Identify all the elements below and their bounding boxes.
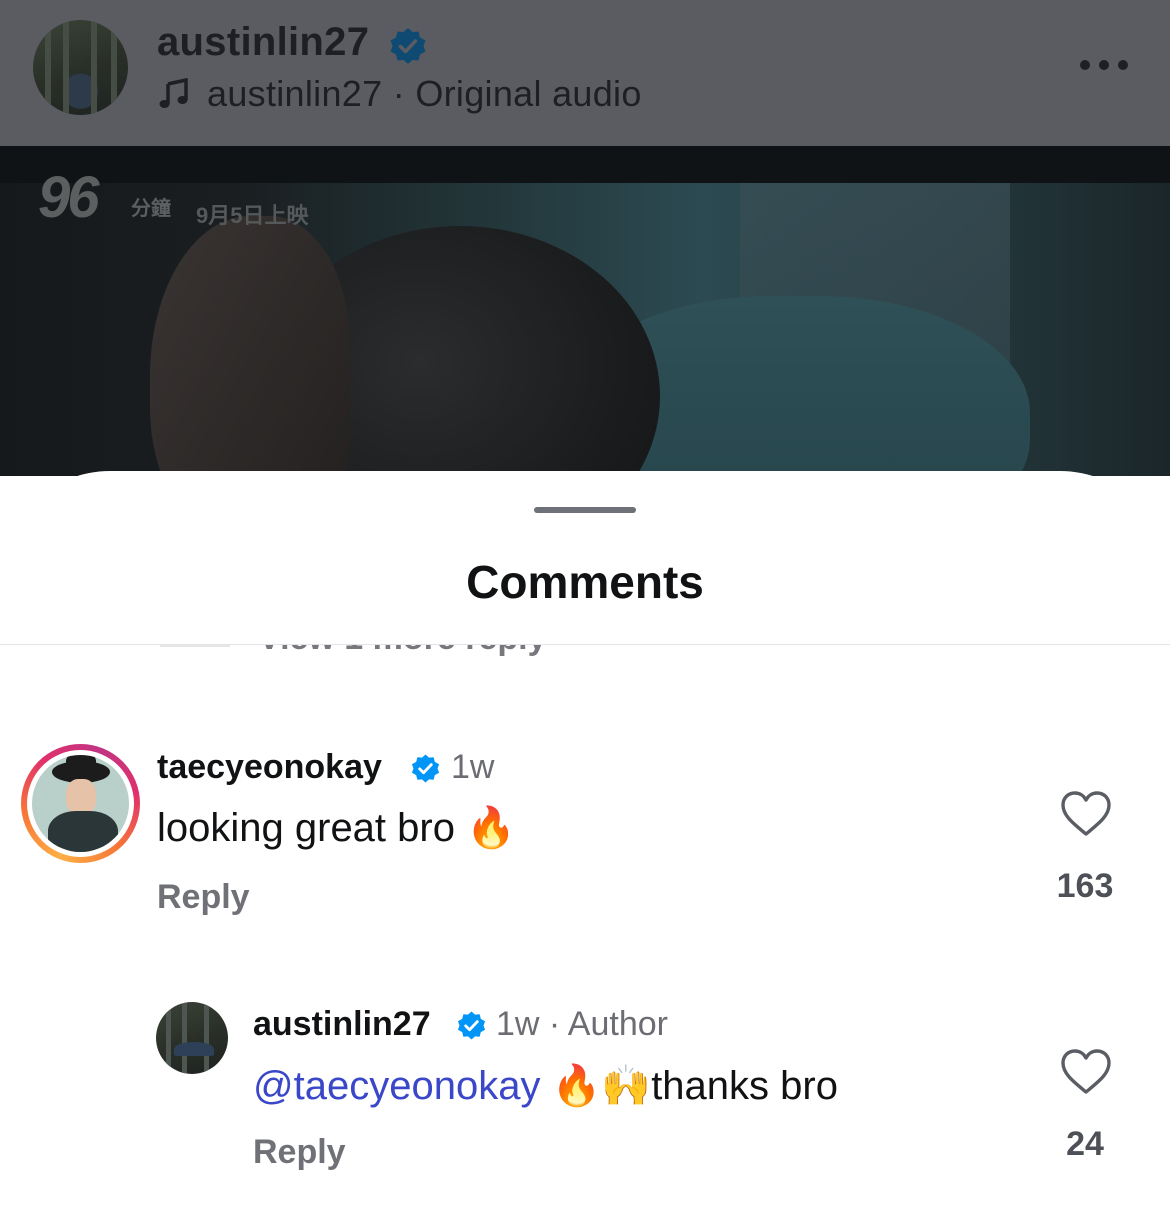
- reply-thread-line: [160, 645, 230, 647]
- more-options-icon[interactable]: [1080, 56, 1128, 76]
- reply-author-avatar[interactable]: [156, 1002, 228, 1074]
- sheet-drag-handle[interactable]: [534, 507, 636, 513]
- comment-username[interactable]: taecyeonokay: [157, 748, 382, 787]
- commenter-avatar-story-ring[interactable]: [21, 744, 140, 863]
- author-username[interactable]: austinlin27: [157, 20, 369, 65]
- video-player[interactable]: 96 分鐘 9月5日上映: [0, 146, 1170, 476]
- post-header: austinlin27 austinlin27 · Original audio: [0, 0, 1170, 146]
- fire-raising-hands-emoji: 🔥🙌: [551, 1063, 652, 1109]
- commenter-avatar: [32, 755, 129, 852]
- view-more-replies-link[interactable]: View 1 more reply: [258, 645, 547, 658]
- like-heart-icon[interactable]: [1060, 790, 1112, 838]
- like-heart-icon[interactable]: [1060, 1048, 1112, 1096]
- reply-body: thanks bro: [651, 1064, 838, 1108]
- like-count: 24: [1066, 1125, 1104, 1163]
- sheet-title: Comments: [466, 556, 704, 608]
- reply-username[interactable]: austinlin27: [253, 1005, 431, 1044]
- audio-label[interactable]: austinlin27 · Original audio: [207, 73, 642, 115]
- verified-badge-icon: [457, 1011, 486, 1040]
- view-more-replies-clip: View 1 more reply: [0, 645, 1170, 675]
- comment-timestamp: 1w: [451, 748, 495, 786]
- verified-badge-icon: [390, 28, 426, 64]
- reply-meta: 1w · Author: [496, 1005, 668, 1043]
- verified-badge-icon: [411, 754, 440, 783]
- reply-text: @taecyeonokay 🔥🙌thanks bro: [253, 1062, 838, 1109]
- fire-emoji: 🔥: [466, 805, 516, 851]
- comment-text: looking great bro 🔥: [157, 804, 516, 851]
- reply-button[interactable]: Reply: [157, 878, 250, 917]
- video-watermark-date: 9月5日上映: [196, 203, 309, 228]
- video-watermark-number: 96: [38, 165, 99, 230]
- reply-button[interactable]: Reply: [253, 1133, 346, 1172]
- music-note-icon: [159, 78, 188, 108]
- comment-body: looking great bro: [157, 806, 455, 850]
- author-avatar[interactable]: [33, 20, 128, 115]
- like-count: 163: [1056, 867, 1114, 905]
- mention-link[interactable]: @taecyeonokay: [253, 1064, 540, 1108]
- video-watermark-unit: 分鐘: [131, 198, 171, 220]
